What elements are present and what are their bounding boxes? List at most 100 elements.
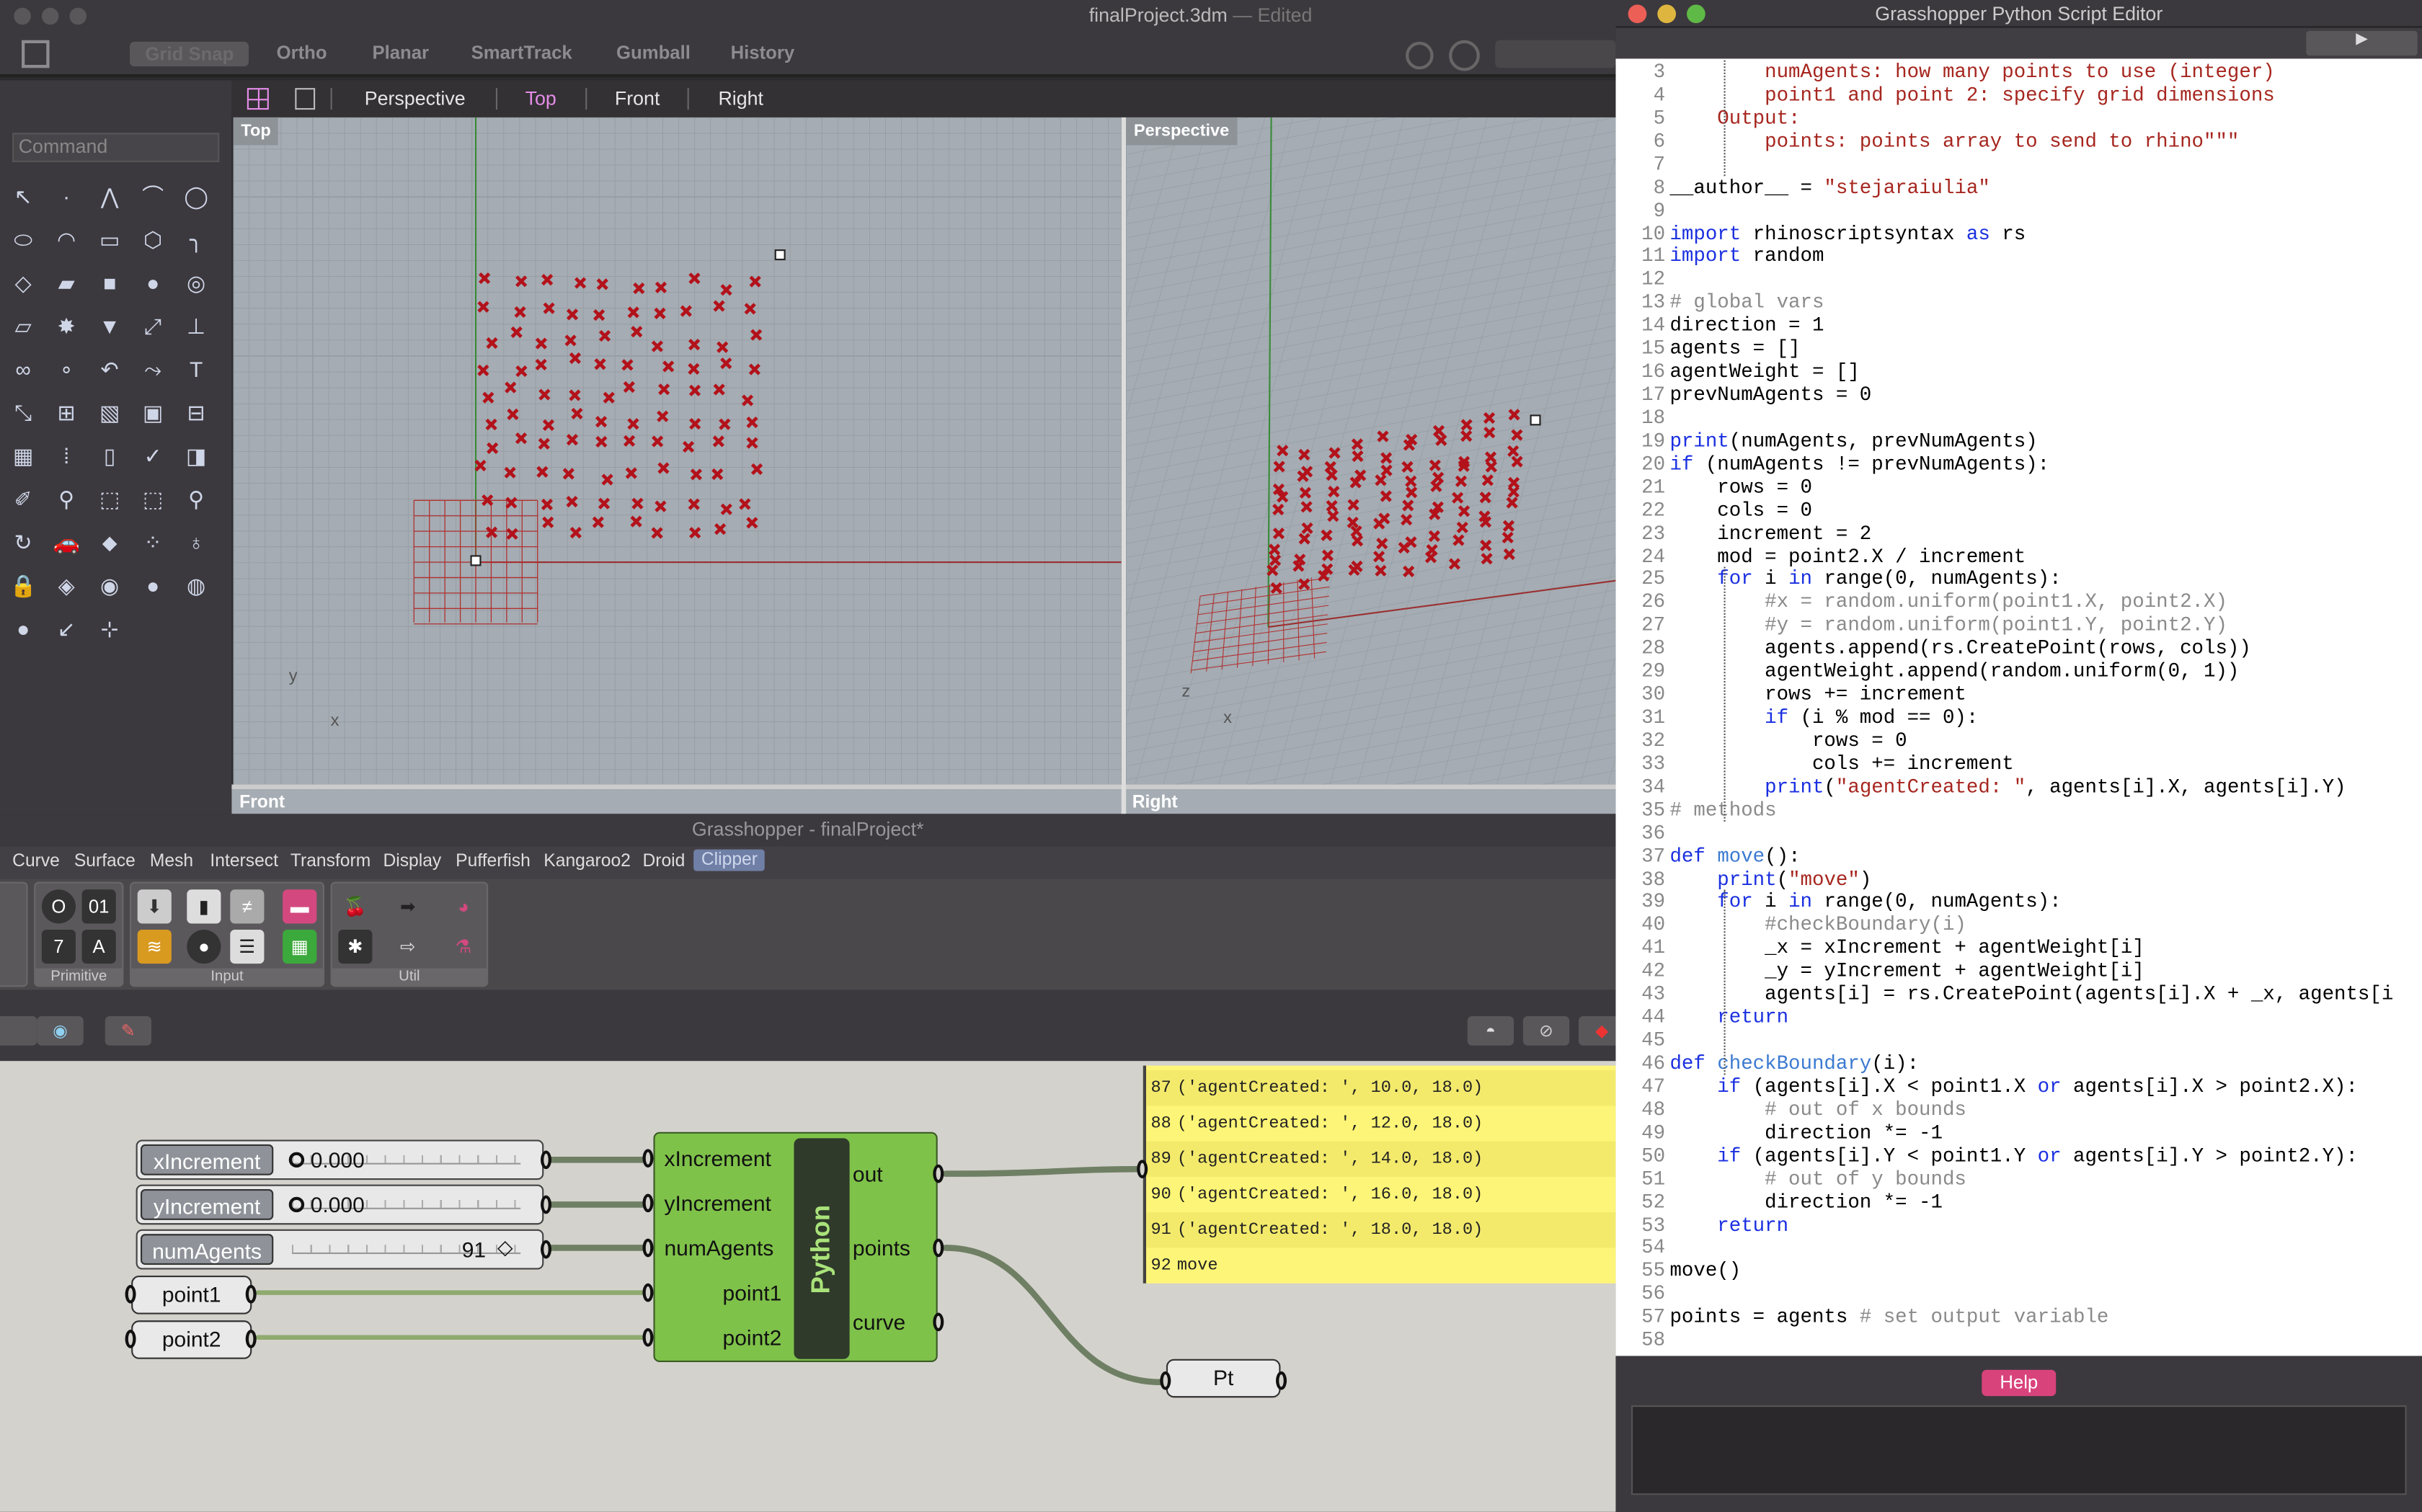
text-icon[interactable]: A (81, 930, 116, 964)
input-point2[interactable]: point2 (723, 1325, 782, 1350)
point-icon[interactable]: · (51, 181, 82, 212)
output-grip[interactable] (933, 1312, 944, 1332)
output-panel[interactable]: 87 ('agentCreated: ', 10.0, 18.0) 88 ('agen… (1143, 1065, 1616, 1284)
layout-icon[interactable]: ▯ (94, 440, 125, 471)
input-grip[interactable] (642, 1283, 654, 1302)
output-points[interactable]: points (853, 1235, 910, 1260)
rotate-view-icon[interactable]: ↻ (8, 527, 39, 558)
osnap-icon[interactable] (1406, 41, 1434, 70)
param-point2[interactable]: point2 (131, 1320, 252, 1359)
input-grip[interactable] (125, 1330, 136, 1348)
sketch-pen-icon[interactable]: ✎ (105, 1016, 152, 1046)
boolean-icon[interactable]: ∞ (8, 354, 39, 385)
trim-icon[interactable]: ⊥ (181, 311, 212, 342)
output-grip[interactable] (245, 1284, 257, 1304)
slider-handle[interactable] (288, 1196, 305, 1213)
code-editor[interactable]: 3 numAgents: how many points to use (int… (1615, 58, 2422, 1356)
shaded-preview-icon[interactable]: ◓ (1467, 1016, 1514, 1046)
output-out[interactable]: out (853, 1161, 883, 1186)
output-grip[interactable] (541, 1240, 552, 1259)
import-icon[interactable]: ⬇ (137, 889, 172, 924)
output-grip[interactable] (541, 1195, 552, 1214)
menu-button[interactable] (0, 1016, 37, 1046)
dimension-icon[interactable]: ⊟ (181, 397, 212, 428)
select-arrow-icon[interactable]: ↖ (8, 181, 39, 212)
split-icon[interactable]: ⤢ (138, 311, 169, 342)
viewport-top[interactable]: Top y x (233, 117, 1122, 785)
lower-viewports[interactable]: Front Right (231, 784, 1616, 814)
tab-droid[interactable]: Droid (642, 853, 685, 871)
minimize-button[interactable] (41, 7, 59, 25)
paint-icon[interactable]: ✐ (8, 484, 39, 515)
rectangle-icon[interactable]: ▭ (94, 224, 125, 255)
arrow-outline-icon[interactable]: ⇨ (391, 930, 425, 964)
preview-eye-icon[interactable]: ◉ (37, 1016, 84, 1046)
slider-yincrement[interactable]: yIncrement 0.000 (136, 1184, 544, 1225)
arrow-right-icon[interactable]: ➡ (391, 889, 425, 923)
single-viewport-icon[interactable] (295, 88, 316, 110)
input-grip[interactable] (642, 1193, 654, 1213)
cherry-icon[interactable]: 🍒 (338, 889, 372, 923)
lock-icon[interactable]: 🔒 (8, 570, 39, 601)
tab-mesh[interactable]: Mesh (150, 853, 193, 871)
ellipse-icon[interactable]: ⬭ (8, 224, 39, 255)
color-wheel-icon[interactable]: ◉ (94, 570, 125, 601)
sphere-icon[interactable]: ● (138, 267, 169, 298)
boolean-icon[interactable]: O (41, 889, 76, 924)
file-icon[interactable]: ▮ (187, 889, 221, 924)
zoom-extents-icon[interactable]: ⬚ (138, 484, 169, 515)
tab-curve[interactable]: Curve (12, 853, 60, 871)
tab-front[interactable]: Front (615, 88, 660, 110)
sidebar-toggle-icon[interactable] (22, 40, 50, 68)
light-icon[interactable]: ⁘ (138, 527, 169, 558)
output-grip[interactable] (541, 1150, 552, 1170)
viewport-perspective[interactable]: Perspective z x (1126, 117, 1616, 785)
toggle-smarttrack[interactable]: SmartTrack (471, 42, 572, 63)
output-grip[interactable] (245, 1330, 257, 1348)
fillet-icon[interactable]: ╮ (181, 224, 212, 255)
command-input[interactable]: Command (12, 133, 220, 163)
car-icon[interactable]: 🚗 (51, 527, 82, 558)
input-yIncrement[interactable]: yIncrement (664, 1191, 771, 1215)
tab-top[interactable]: Top (525, 88, 556, 110)
input-grip[interactable] (1160, 1371, 1171, 1390)
gradient-icon[interactable]: ≋ (137, 930, 172, 964)
number-icon[interactable]: 7 (41, 930, 76, 964)
search-field[interactable] (1495, 40, 1616, 68)
edit-icon[interactable]: ▧ (94, 397, 125, 428)
cylinder-icon[interactable]: ◎ (181, 267, 212, 298)
group-icon[interactable]: ∘ (51, 354, 82, 385)
colour-swatch-icon[interactable]: ▬ (283, 889, 317, 924)
cube-icon[interactable]: ◨ (181, 440, 212, 471)
extrude-icon[interactable]: ▰ (51, 267, 82, 298)
tab-right[interactable]: Right (718, 88, 763, 110)
tab-clipper[interactable]: Clipper (693, 849, 766, 871)
bulb-icon[interactable]: ♁ (181, 527, 212, 558)
slider-xincrement[interactable]: xIncrement 0.000 (136, 1139, 544, 1180)
ortho-icon[interactable]: ⊹ (94, 613, 125, 644)
tree-icon[interactable]: ✱ (338, 930, 373, 964)
integer-icon[interactable]: 01 (81, 889, 116, 924)
arc-icon[interactable]: ◠ (51, 224, 82, 255)
pin-icon[interactable]: ↙ (51, 613, 82, 644)
tab-display[interactable]: Display (383, 853, 441, 871)
record-icon[interactable] (1449, 40, 1480, 71)
disable-icon[interactable]: ⊘ (1522, 1016, 1570, 1046)
slider-icon[interactable]: ≠ (230, 889, 265, 924)
tab-intersect[interactable]: Intersect (210, 853, 278, 871)
input-grip[interactable] (642, 1238, 654, 1258)
param-point1[interactable]: point1 (131, 1276, 252, 1315)
output-grip[interactable] (933, 1238, 944, 1258)
polyline-icon[interactable]: ⋀ (94, 181, 125, 212)
help-button[interactable]: Help (1982, 1369, 2057, 1397)
grid-icon[interactable]: ▦ (8, 440, 39, 471)
rebuild-icon[interactable]: ⤳ (138, 354, 169, 385)
flask-icon[interactable]: ⚗ (446, 930, 480, 964)
param-pt[interactable]: Pt (1166, 1358, 1281, 1398)
tab-transform[interactable]: Transform (290, 853, 371, 871)
button-icon[interactable]: ● (187, 930, 221, 964)
wire-sphere-icon[interactable]: ◍ (181, 570, 212, 601)
join-icon[interactable]: ↶ (94, 354, 125, 385)
four-viewports-icon[interactable] (247, 88, 269, 110)
minimize-button[interactable] (1657, 4, 1677, 24)
